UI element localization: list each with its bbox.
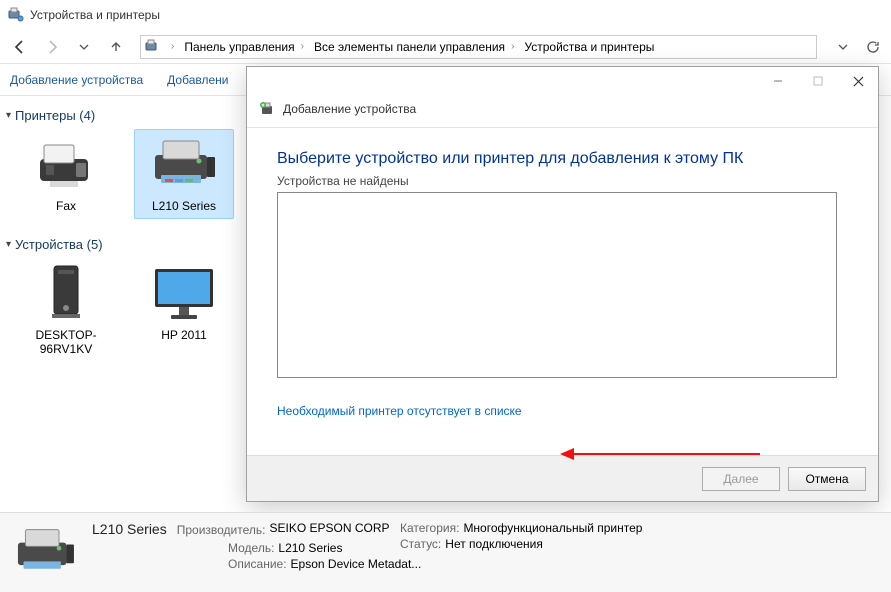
dialog-footer: Далее Отмена (247, 455, 878, 501)
window-title: Устройства и принтеры (30, 8, 160, 22)
dialog-body: Выберите устройство или принтер для доба… (247, 128, 878, 428)
computer-icon (30, 263, 102, 325)
devices-printers-icon (8, 7, 24, 23)
dialog-header: Добавление устройства (247, 95, 878, 128)
device-item-l210[interactable]: L210 Series (134, 129, 234, 219)
navigation-bar: › Панель управления› Все элементы панели… (0, 30, 891, 64)
details-description-value: Epson Device Metadat... (291, 557, 422, 571)
monitor-icon (148, 263, 220, 325)
devices-printers-icon (145, 39, 161, 55)
printer-icon (10, 521, 80, 583)
chevron-down-icon: ▾ (6, 110, 11, 121)
refresh-button[interactable] (861, 35, 885, 59)
add-printer-command-truncated[interactable]: Добавлени (167, 73, 228, 87)
address-dropdown[interactable] (831, 35, 855, 59)
details-model-label: Модель: (228, 541, 274, 555)
next-button: Далее (702, 467, 780, 491)
breadcrumb-label: Устройства и принтеры (524, 40, 654, 54)
breadcrumb-item[interactable]: Устройства и принтеры (520, 40, 658, 54)
cancel-button[interactable]: Отмена (788, 467, 866, 491)
dialog-heading: Выберите устройство или принтер для доба… (277, 150, 848, 168)
details-category-value: Многофункциональный принтер (463, 521, 642, 535)
breadcrumb-item[interactable]: Все элементы панели управления› (310, 40, 518, 54)
dialog-subtext: Устройства не найдены (277, 174, 848, 188)
maximize-button[interactable] (798, 68, 838, 94)
details-status-label: Статус: (400, 537, 441, 551)
device-label: Fax (21, 200, 111, 214)
section-title: Устройства (5) (15, 237, 103, 252)
details-model-value: L210 Series (278, 541, 342, 555)
breadcrumb-item[interactable]: › (163, 41, 178, 52)
details-info: L210 Series Производитель: SEIKO EPSON C… (92, 521, 421, 571)
device-label: L210 Series (139, 200, 229, 214)
details-manufacturer-label: Производитель: (177, 523, 266, 537)
chevron-right-icon: › (297, 41, 304, 52)
minimize-button[interactable] (758, 68, 798, 94)
device-item-desktop[interactable]: DESKTOP-96RV1KV (16, 258, 116, 362)
title-bar: Устройства и принтеры (0, 0, 891, 30)
close-button[interactable] (838, 68, 878, 94)
recent-locations-dropdown[interactable] (70, 33, 98, 61)
add-device-command[interactable]: Добавление устройства (10, 73, 143, 87)
breadcrumb-label: Все элементы панели управления (314, 40, 505, 54)
chevron-right-icon: › (507, 41, 514, 52)
dialog-titlebar (247, 67, 878, 95)
breadcrumb-label: Панель управления (184, 40, 294, 54)
back-button[interactable] (6, 33, 34, 61)
details-device-name: L210 Series (92, 521, 167, 537)
details-pane: L210 Series Производитель: SEIKO EPSON C… (0, 512, 891, 592)
up-button[interactable] (102, 33, 130, 61)
details-description-label: Описание: (228, 557, 287, 571)
printer-icon (148, 134, 220, 196)
details-info-col2: Категория: Многофункциональный принтер С… (400, 521, 642, 551)
details-manufacturer-value: SEIKO EPSON CORP (269, 521, 389, 539)
add-device-icon (259, 101, 275, 117)
details-category-label: Категория: (400, 521, 459, 535)
device-label: DESKTOP-96RV1KV (21, 329, 111, 357)
found-devices-listbox[interactable] (277, 192, 837, 378)
breadcrumb[interactable]: › Панель управления› Все элементы панели… (140, 35, 817, 59)
breadcrumb-item[interactable]: Панель управления› (180, 40, 308, 54)
section-title: Принтеры (4) (15, 108, 95, 123)
device-item-fax[interactable]: Fax (16, 129, 116, 219)
printer-not-listed-link[interactable]: Необходимый принтер отсутствует в списке (277, 404, 522, 418)
device-item-monitor[interactable]: HP 2011 (134, 258, 234, 362)
chevron-down-icon: ▾ (6, 239, 11, 250)
device-label: HP 2011 (139, 329, 229, 343)
fax-icon (30, 134, 102, 196)
chevron-right-icon: › (167, 41, 174, 52)
details-status-value: Нет подключения (445, 537, 543, 551)
dialog-title: Добавление устройства (283, 102, 416, 116)
add-device-dialog: Добавление устройства Выберите устройств… (246, 66, 879, 502)
forward-button[interactable] (38, 33, 66, 61)
